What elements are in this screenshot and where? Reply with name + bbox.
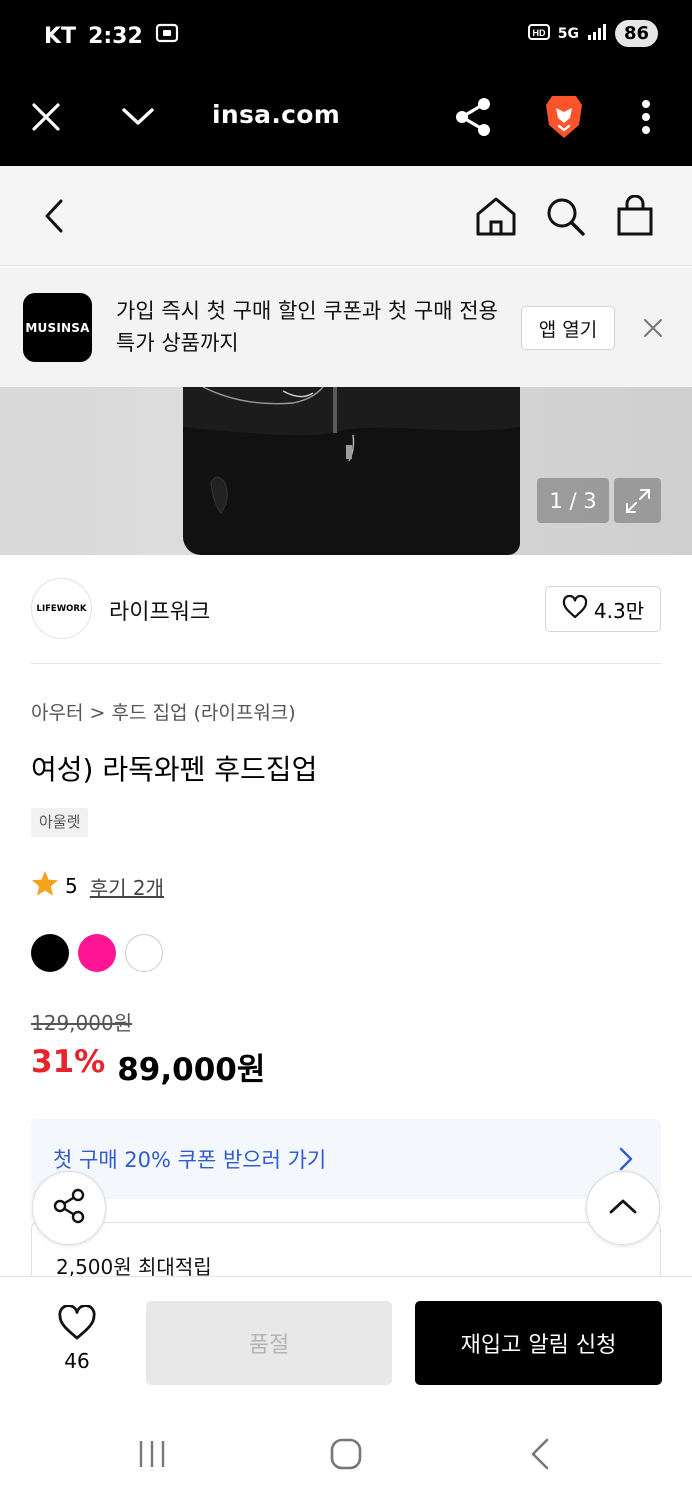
share-button[interactable] (32, 1171, 106, 1245)
points-box: 2,500원 최대적립 (31, 1222, 661, 1282)
discount-rate: 31% (31, 1044, 106, 1080)
image-counter: 1 / 3 (537, 478, 609, 523)
network-label: 5G (557, 25, 579, 42)
address-bar[interactable]: insa.com (212, 100, 340, 129)
hd-icon: HD (527, 23, 550, 45)
home-icon[interactable] (474, 194, 518, 238)
brand-like-button[interactable]: 4.3만 (545, 586, 661, 632)
garment-detail (183, 387, 520, 514)
musinsa-logo: MUSINSA (23, 293, 92, 362)
brand-row[interactable]: LIFEWORK 라이프워크 4.3만 (31, 578, 661, 664)
brand-like-count: 4.3만 (593, 598, 645, 623)
product-image[interactable] (0, 387, 692, 555)
breadcrumb-separator: > (89, 702, 106, 724)
system-nav-bar (0, 1406, 692, 1500)
breadcrumb: 아우터 > 후드 집업 (라이프워크) (31, 698, 296, 725)
rating-row: 5 후기 2개 (31, 870, 164, 902)
share-icon (52, 1188, 86, 1228)
home-button-icon[interactable] (326, 1434, 366, 1474)
app-install-banner: MUSINSA 가입 즉시 첫 구매 할인 쿠폰과 첫 구매 전용 특가 상품까… (0, 267, 692, 387)
share-icon[interactable] (450, 94, 496, 140)
reviews-link[interactable]: 후기 2개 (90, 872, 164, 901)
clock: 2:32 (88, 23, 143, 49)
site-header (0, 166, 692, 266)
soldout-button: 품절 (146, 1301, 392, 1385)
brand-logo[interactable]: LIFEWORK (31, 578, 92, 639)
star-icon (31, 870, 59, 902)
product-like-count: 46 (64, 1349, 90, 1373)
price-row: 31% 89,000원 (31, 1044, 265, 1089)
open-app-button[interactable]: 앱 열기 (521, 306, 615, 350)
restock-alert-button[interactable]: 재입고 알림 신청 (415, 1301, 662, 1385)
shopping-bag-icon[interactable] (613, 194, 657, 238)
chevron-up-icon (609, 1198, 637, 1218)
color-swatch-white[interactable] (125, 934, 163, 972)
status-bar: KT 2:32 HD 5G 86 (0, 0, 692, 70)
screenshot-icon (155, 22, 179, 50)
status-left: KT 2:32 (44, 22, 179, 50)
brand-logo-text: LIFEWORK (36, 603, 87, 614)
battery-level: 86 (614, 20, 658, 47)
close-icon[interactable] (638, 313, 668, 343)
color-swatches (31, 934, 163, 972)
heart-icon (44, 1304, 110, 1345)
close-tab-icon[interactable] (23, 94, 69, 140)
breadcrumb-subcategory[interactable]: 후드 집업 (라이프워크) (111, 702, 295, 724)
color-swatch-black[interactable] (31, 934, 69, 972)
status-right: HD 5G 86 (527, 20, 658, 47)
product-like-button[interactable]: 46 (44, 1304, 110, 1373)
carrier-label: KT (44, 23, 77, 49)
browser-toolbar: insa.com (0, 70, 692, 166)
svg-text:HD: HD (532, 28, 545, 38)
back-icon[interactable] (32, 194, 76, 238)
scroll-top-button[interactable] (586, 1171, 660, 1245)
banner-message: 가입 즉시 첫 구매 할인 쿠폰과 첫 구매 전용 특가 상품까지 (116, 299, 498, 355)
sale-price: 89,000원 (117, 1052, 266, 1088)
original-price: 129,000원 (31, 1011, 133, 1035)
brave-lion-icon[interactable] (541, 94, 587, 140)
search-icon[interactable] (543, 194, 587, 238)
brand-name[interactable]: 라이프워크 (109, 594, 210, 626)
coupon-text: 첫 구매 20% 쿠폰 받으러 가기 (53, 1148, 327, 1172)
rating-value: 5 (65, 874, 78, 898)
recent-apps-icon[interactable] (132, 1434, 172, 1474)
back-button-icon[interactable] (520, 1434, 560, 1474)
outlet-tag: 아울렛 (31, 808, 89, 837)
color-swatch-pink[interactable] (78, 934, 116, 972)
coupon-banner[interactable]: 첫 구매 20% 쿠폰 받으러 가기 (31, 1119, 661, 1199)
chevron-down-icon[interactable] (115, 94, 161, 140)
expand-icon[interactable] (614, 478, 661, 523)
bottom-action-bar: 46 품절 재입고 알림 신청 (0, 1276, 692, 1406)
more-vert-icon[interactable] (623, 94, 669, 140)
breadcrumb-category[interactable]: 아우터 (31, 702, 83, 724)
heart-icon (562, 594, 588, 624)
product-title: 여성) 라독와펜 후드집업 (31, 753, 318, 786)
signal-icon (587, 23, 607, 45)
